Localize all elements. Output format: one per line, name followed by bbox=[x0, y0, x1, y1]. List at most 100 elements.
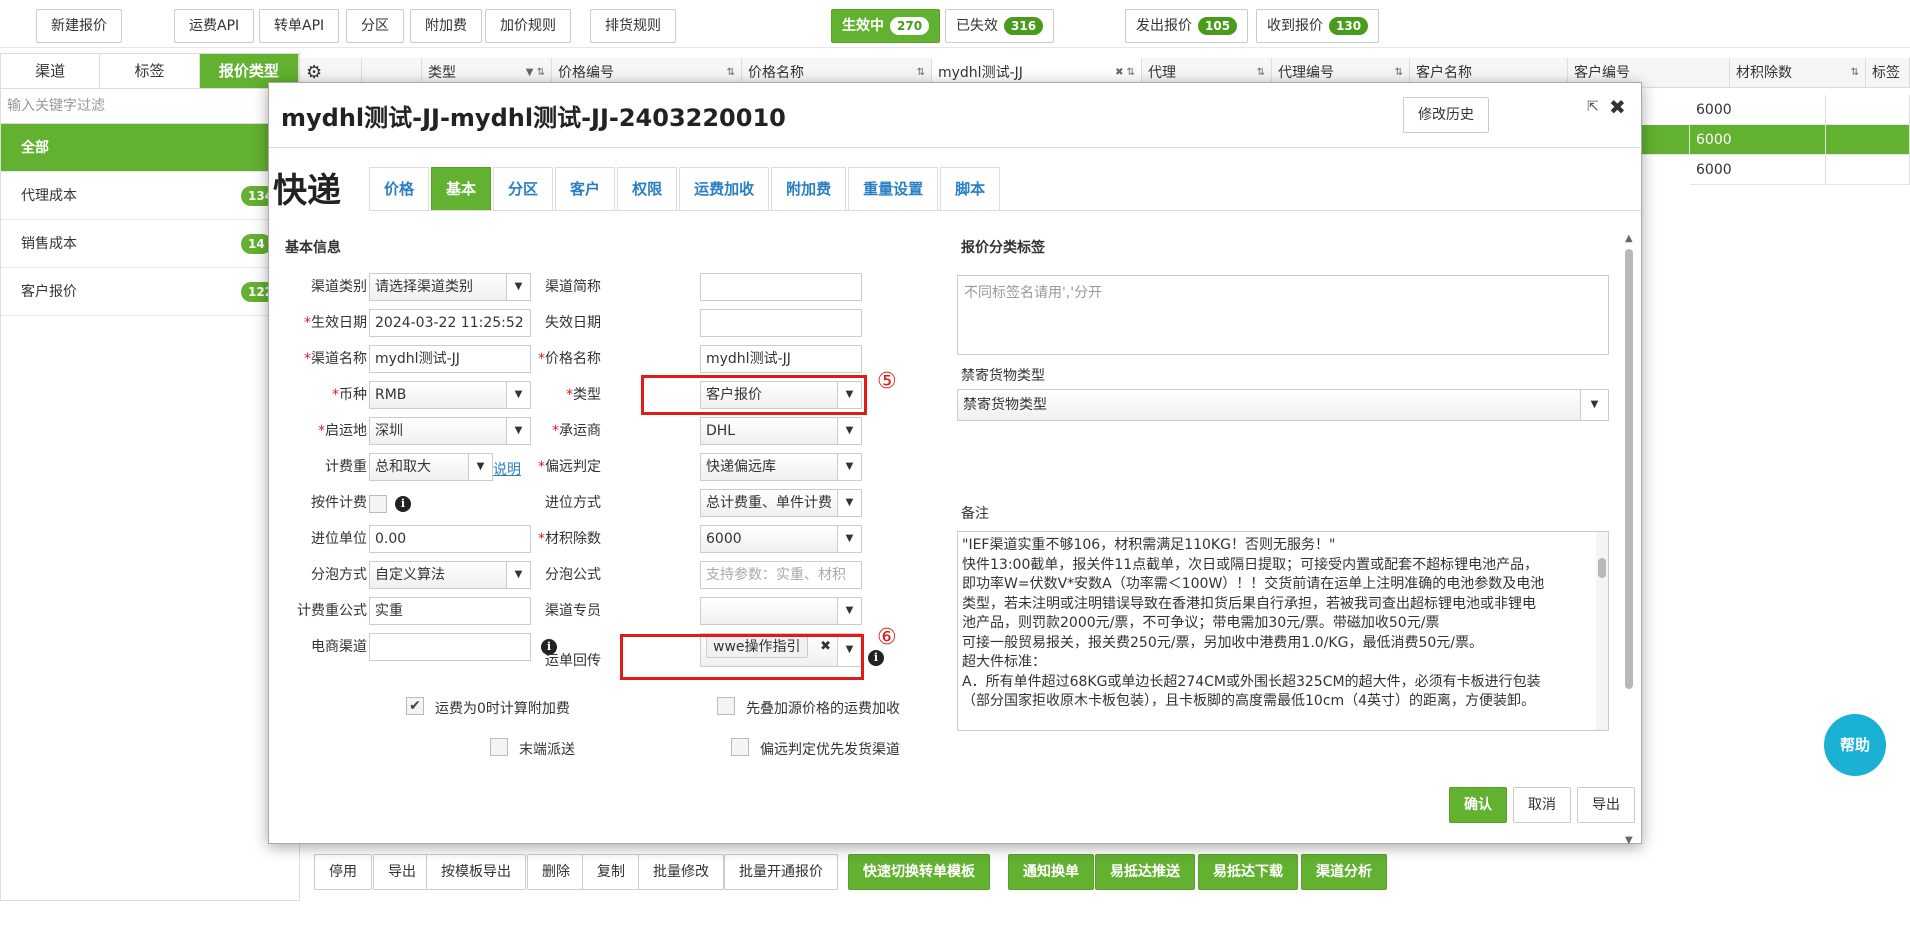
external-link-icon[interactable]: ⇱ bbox=[1587, 99, 1599, 115]
left-item-agent-cost[interactable]: 代理成本 134 bbox=[1, 172, 299, 220]
expiry-date-input[interactable] bbox=[700, 309, 862, 337]
carrier-select[interactable]: DHL ▼ bbox=[700, 417, 862, 445]
chevron-down-icon[interactable]: ▼ bbox=[1580, 390, 1608, 420]
table-cell[interactable] bbox=[1826, 155, 1910, 185]
history-button[interactable]: 修改历史 bbox=[1403, 97, 1489, 133]
tab-freight-surcharge[interactable]: 运费加收 bbox=[679, 167, 770, 211]
batch-open-quote-button[interactable]: 批量开通报价 bbox=[724, 854, 838, 890]
label-text: 渠道简称 bbox=[545, 279, 601, 295]
channel-rep-select[interactable]: ▼ bbox=[700, 597, 862, 625]
tab-underline bbox=[369, 210, 1641, 211]
expired-filter-button[interactable]: 已失效 316 bbox=[945, 9, 1055, 43]
select-value: 快递偏远库 bbox=[706, 459, 776, 475]
sent-quotes-button[interactable]: 发出报价 105 bbox=[1125, 9, 1249, 43]
new-quote-button[interactable]: 新建报价 bbox=[36, 9, 122, 43]
chevron-down-icon[interactable]: ▼ bbox=[837, 454, 861, 480]
label-text: 价格名称 bbox=[545, 351, 601, 367]
highlight-box-5 bbox=[641, 375, 867, 415]
chevron-down-icon[interactable]: ▼ bbox=[837, 598, 861, 624]
active-filter-button[interactable]: 生效中 270 bbox=[831, 9, 941, 43]
tab-additional-fee[interactable]: 附加费 bbox=[771, 167, 847, 211]
received-quotes-button[interactable]: 收到报价 130 bbox=[1256, 9, 1380, 43]
help-button[interactable]: 帮助 bbox=[1824, 714, 1886, 776]
label-round-method: 进位方式 bbox=[503, 489, 601, 517]
select-value: 自定义算法 bbox=[375, 567, 445, 583]
remote-judge-select[interactable]: 快递偏远库 ▼ bbox=[700, 453, 862, 481]
notify-change-button[interactable]: 通知换单 bbox=[1008, 854, 1094, 890]
forbidden-goods-select[interactable]: 禁寄货物类型 ▼ bbox=[957, 389, 1609, 421]
col-label: 材积除数 bbox=[1736, 65, 1792, 81]
tab-script[interactable]: 脚本 bbox=[940, 167, 1001, 211]
col-label: 客户名称 bbox=[1416, 65, 1472, 81]
bubble-formula-input[interactable]: 支持参数：实重、材积 bbox=[700, 561, 862, 589]
stack-source-surcharge-checkbox[interactable] bbox=[717, 697, 735, 715]
remark-textarea[interactable]: "IEF渠道实重不够106，材积需满足110KG！否则无服务！" 快件13:00… bbox=[957, 531, 1609, 731]
channel-abbr-input[interactable] bbox=[700, 273, 862, 301]
tab-channel[interactable]: 渠道 bbox=[1, 54, 101, 88]
scroll-down-icon[interactable]: ▼ bbox=[1625, 835, 1633, 846]
export-template-button[interactable]: 按模板导出 bbox=[426, 854, 526, 890]
table-cell[interactable]: 6000 bbox=[1690, 155, 1826, 185]
export-button[interactable]: 导出 bbox=[373, 854, 431, 890]
chevron-down-icon[interactable]: ▼ bbox=[837, 490, 861, 516]
push-button[interactable]: 易抵达推送 bbox=[1095, 854, 1195, 890]
scroll-up-icon[interactable]: ▲ bbox=[1625, 233, 1633, 244]
price-name-input[interactable]: mydhl测试-JJ bbox=[700, 345, 862, 373]
round-method-select[interactable]: 总计费重、单件计费 ▼ bbox=[700, 489, 862, 517]
export-button[interactable]: 导出 bbox=[1577, 787, 1635, 823]
scroll-thumb[interactable] bbox=[1598, 558, 1606, 578]
freight-api-button[interactable]: 运费API bbox=[174, 9, 255, 43]
chevron-down-icon[interactable]: ▼ bbox=[468, 454, 492, 480]
download-button[interactable]: 易抵达下载 bbox=[1198, 854, 1298, 890]
chevron-down-icon[interactable]: ▼ bbox=[837, 526, 861, 552]
info-icon[interactable]: i bbox=[395, 496, 411, 512]
batch-edit-button[interactable]: 批量修改 bbox=[638, 854, 724, 890]
disable-button[interactable]: 停用 bbox=[314, 854, 372, 890]
channel-analysis-button[interactable]: 渠道分析 bbox=[1301, 854, 1387, 890]
surcharge-button[interactable]: 附加费 bbox=[410, 9, 482, 43]
col-volume-divisor[interactable]: 材积除数 ⇅ bbox=[1730, 58, 1866, 88]
scroll-thumb[interactable] bbox=[1625, 249, 1633, 689]
tab-customer[interactable]: 客户 bbox=[555, 167, 616, 211]
table-cell[interactable]: 6000 bbox=[1690, 95, 1826, 125]
info-icon[interactable]: i bbox=[868, 650, 884, 666]
cancel-button[interactable]: 取消 bbox=[1513, 787, 1571, 823]
gear-icon[interactable]: ⚙ bbox=[306, 62, 322, 83]
tab-zone[interactable]: 分区 bbox=[493, 167, 554, 211]
table-cell[interactable] bbox=[1826, 95, 1910, 125]
table-cell[interactable] bbox=[1642, 125, 1690, 155]
keyword-filter-input[interactable]: 输入关键字过滤 bbox=[1, 89, 299, 124]
left-item-customer-quote[interactable]: 客户报价 122 bbox=[1, 268, 299, 316]
table-cell[interactable] bbox=[1826, 125, 1910, 155]
sort-rules-button[interactable]: 排货规则 bbox=[590, 9, 676, 43]
tags-textarea[interactable]: 不同标签名请用','分开 bbox=[957, 275, 1609, 355]
tab-tag[interactable]: 标签 bbox=[100, 54, 200, 88]
delete-button[interactable]: 删除 bbox=[527, 854, 585, 890]
close-icon[interactable]: ✖ bbox=[1609, 95, 1626, 119]
tab-price[interactable]: 价格 bbox=[369, 167, 430, 211]
tab-permission[interactable]: 权限 bbox=[617, 167, 678, 211]
zero-freight-surcharge-checkbox[interactable]: ✔ bbox=[406, 697, 424, 715]
transfer-api-button[interactable]: 转单API bbox=[259, 9, 340, 43]
modal-scrollbar[interactable]: ▲ ▼ bbox=[1623, 233, 1635, 846]
volume-divisor-select[interactable]: 6000 ▼ bbox=[700, 525, 862, 553]
col-tags[interactable]: 标签 bbox=[1866, 58, 1910, 88]
table-cell[interactable]: 6000 bbox=[1690, 125, 1826, 155]
zone-button[interactable]: 分区 bbox=[346, 9, 404, 43]
copy-button[interactable]: 复制 bbox=[582, 854, 640, 890]
label-billing-weight: 计费重 bbox=[269, 453, 367, 481]
remote-priority-checkbox[interactable] bbox=[731, 738, 749, 756]
billing-weight-select[interactable]: 总和取大 ▼ bbox=[369, 453, 493, 481]
per-piece-checkbox[interactable] bbox=[369, 495, 387, 513]
left-item-sales-cost[interactable]: 销售成本 14 bbox=[1, 220, 299, 268]
confirm-button[interactable]: 确认 bbox=[1449, 787, 1507, 823]
quick-switch-template-button[interactable]: 快速切换转单模板 bbox=[848, 854, 990, 890]
chevron-down-icon[interactable]: ▼ bbox=[837, 418, 861, 444]
tab-weight-settings[interactable]: 重量设置 bbox=[848, 167, 939, 211]
tab-basic[interactable]: 基本 bbox=[431, 167, 492, 211]
markup-rules-button[interactable]: 加价规则 bbox=[485, 9, 571, 43]
last-mile-checkbox[interactable] bbox=[490, 738, 508, 756]
left-item-all[interactable]: 全部 bbox=[1, 124, 299, 172]
sort-icon[interactable]: ⇅ bbox=[1851, 58, 1859, 88]
remark-scrollbar[interactable] bbox=[1596, 532, 1608, 730]
